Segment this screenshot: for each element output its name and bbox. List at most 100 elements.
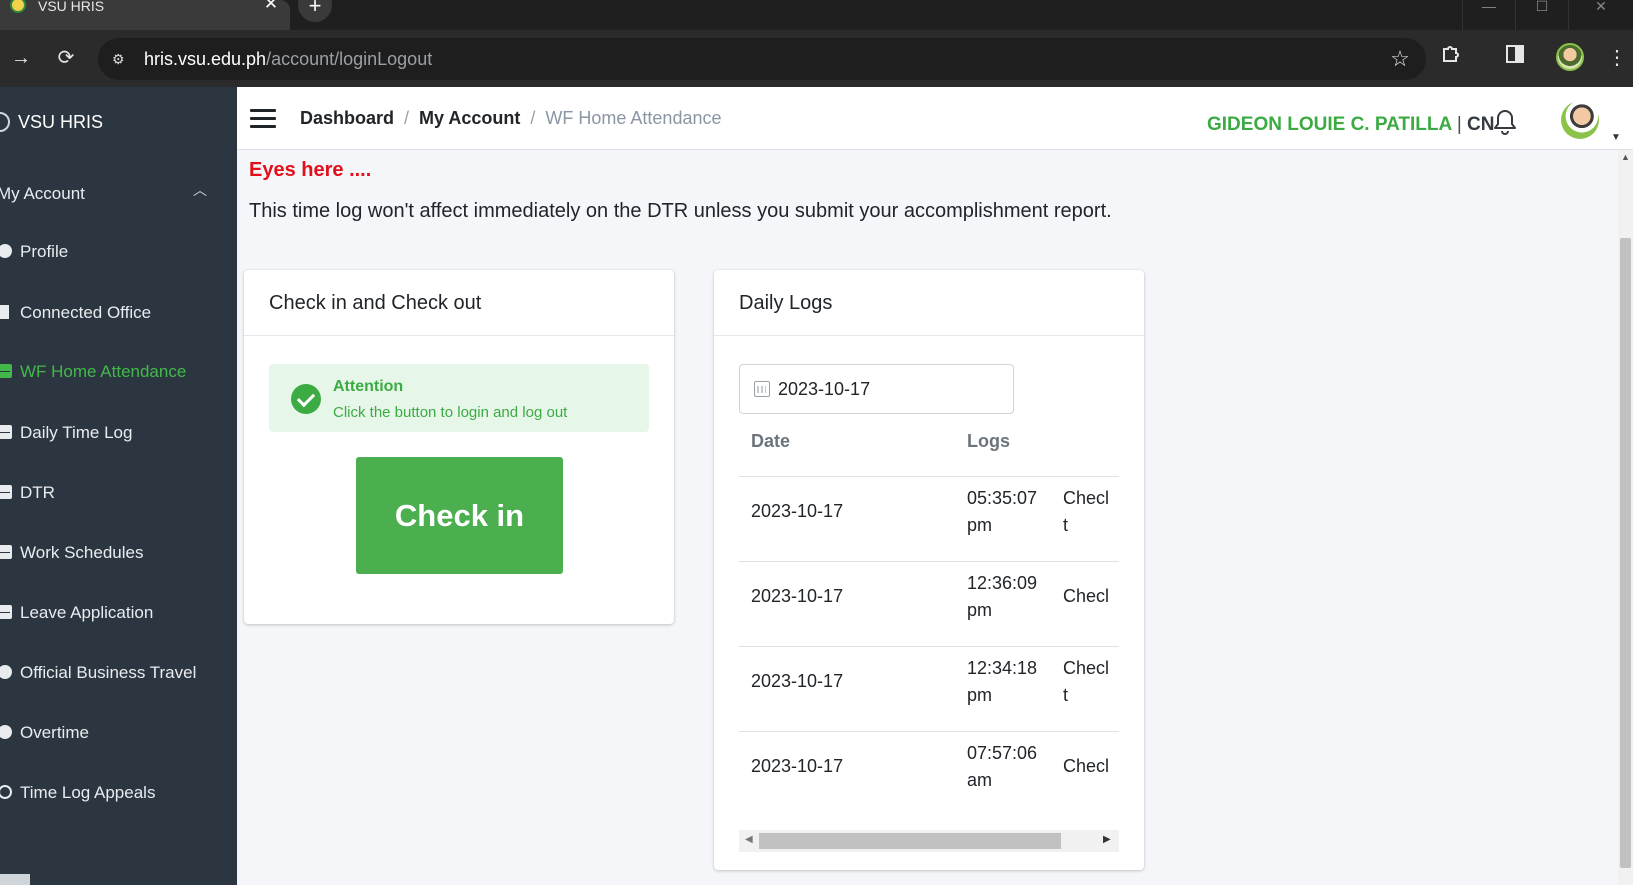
alert-title: Attention [333,378,404,395]
browser-profile-avatar[interactable] [1556,43,1584,71]
sidebar-item-daily-time-log[interactable]: Daily Time Log [0,419,237,449]
main-content: Dashboard / My Account / WF Home Attendance … [237,87,1633,885]
bookmark-star-icon[interactable]: ☆ [1386,45,1414,73]
scroll-left-icon[interactable]: ◀ [745,834,753,845]
row-ampm: pm [967,685,993,705]
sidebar-item-leave-application[interactable]: Leave Application [0,599,237,629]
row-ampm: am [967,770,993,790]
breadcrumb-current: WF Home Attendance [545,108,722,128]
sidebar-item-label: Leave Application [20,603,154,622]
sidebar-item-connected-office[interactable]: Connected Office [0,299,237,329]
alert-text: Click the button to login and log out [333,404,568,421]
vsu-logo-icon [0,112,10,132]
forward-arrow-icon[interactable]: → [6,43,36,73]
checkin-card: Check in and Check out Attention Click t… [244,270,674,624]
sidebar-item-wf-home-attendance[interactable]: WF Home Attendance [0,358,237,388]
sidebar-item-label: Daily Time Log [20,423,133,442]
user-suffix: CN [1467,114,1495,135]
url-path: /account/loginLogout [266,49,433,69]
bell-icon[interactable] [1494,109,1516,135]
notice-text: This time log won't affect immediately o… [249,200,1112,222]
browser-tab[interactable]: VSU HRIS ✕ [0,0,290,30]
attention-alert: Attention Click the button to login and … [269,364,649,432]
sidebar-item-work-schedules[interactable]: Work Schedules [0,539,237,569]
notice-title: Eyes here .... [249,159,372,181]
row-ampm: pm [967,515,993,535]
breadcrumb-my-account[interactable]: My Account [419,108,520,128]
card-header: Check in and Check out [244,270,674,336]
daily-logs-card: Daily Logs 2023-10-17 Date Logs 2023-10-… [714,270,1144,870]
row-time: 05:35:07 [967,488,1038,508]
sidebar-brand[interactable]: VSU HRIS [0,87,237,157]
clock-icon [0,725,12,739]
browser-menu-icon[interactable]: ⋮ [1602,43,1632,73]
sidebar-item-overtime[interactable]: Overtime [0,719,237,749]
row-type: Checl [1063,586,1110,606]
sidebar-item-label: Profile [20,242,69,261]
scroll-right-icon[interactable]: ▶ [1103,834,1111,845]
tab-title: VSU HRIS [38,0,105,14]
row-type: Checl [1063,756,1110,776]
table-divider [739,476,1119,477]
sidebar-item-label: Connected Office [20,303,152,322]
reload-icon[interactable]: ⟳ [51,43,81,73]
check-circle-icon [291,384,321,414]
calendar-icon [754,381,770,397]
row-time: 12:34:18 [967,658,1038,678]
sidebar-item-label: WF Home Attendance [20,362,187,381]
site-settings-icon[interactable]: ⚙ [112,49,132,69]
sidebar-section-my-account[interactable]: My Account ︿ [0,182,212,204]
page-scrollbar[interactable]: ▲ [1618,150,1633,885]
browser-titlebar: VSU HRIS ✕ + — ☐ ✕ [0,0,1633,30]
sidebar-item-label: DTR [20,483,55,502]
address-bar[interactable]: ⚙ hris.vsu.edu.ph/account/loginLogout ☆ [98,38,1426,80]
row-time: 12:36:09 [967,573,1038,593]
browser-toolbar: → ⟳ ⚙ hris.vsu.edu.ph/account/loginLogou… [0,30,1633,87]
row-time: 07:57:06 [967,743,1038,763]
sidebar-item-label: Overtime [20,723,89,742]
table-scrollbar-thumb[interactable] [759,833,1061,849]
sidebar-item-official-business-travel[interactable]: Official Business Travel [0,659,237,689]
scroll-up-icon[interactable]: ▲ [1621,152,1630,162]
chevron-up-icon: ︿ [193,182,207,198]
column-header-logs: Logs [967,431,1010,451]
brand-name: VSU HRIS [18,112,104,132]
sidebar-item-profile[interactable]: Profile [0,238,237,268]
sidebar: VSU HRIS My Account ︿ Profile Connected … [0,87,237,885]
section-label: My Account [0,184,85,203]
table-divider [739,561,1119,562]
logs-table: Date Logs 2023-10-17 05:35:07 pm Checl t… [739,418,1119,828]
card-title: Daily Logs [739,292,833,314]
date-picker-input[interactable]: 2023-10-17 [739,364,1014,414]
breadcrumb-dashboard[interactable]: Dashboard [300,108,394,128]
sidebar-item-dtr[interactable]: DTR [0,479,237,509]
hamburger-menu-icon[interactable] [250,109,276,129]
check-in-button[interactable]: Check in [356,457,563,574]
window-close-button[interactable]: ✕ [1575,0,1627,30]
new-tab-button[interactable]: + [298,0,332,22]
side-panel-icon[interactable] [1500,43,1530,73]
site-favicon-icon [10,0,26,13]
sidebar-item-label: Time Log Appeals [20,783,156,802]
extensions-puzzle-icon[interactable] [1436,43,1466,73]
window-minimize-button[interactable]: — [1463,0,1515,30]
history-icon [0,785,12,799]
row-date: 2023-10-17 [751,671,844,691]
table-divider [739,646,1119,647]
calendar-icon [0,545,12,559]
tab-close-icon[interactable]: ✕ [262,0,280,13]
window-maximize-button[interactable]: ☐ [1516,0,1568,30]
table-horizontal-scrollbar[interactable]: ◀ ▶ [739,830,1119,852]
card-title: Check in and Check out [269,292,482,314]
caret-down-icon[interactable]: ▼ [1611,132,1621,143]
user-avatar[interactable] [1561,101,1599,139]
sidebar-item-time-log-appeals[interactable]: Time Log Appeals [0,779,237,809]
page-scrollbar-thumb[interactable] [1620,238,1631,868]
breadcrumb-separator: / [404,108,410,128]
column-header-date: Date [751,431,791,451]
sidebar-item-label: Official Business Travel [20,663,197,682]
calendar-icon [0,485,12,499]
card-header: Daily Logs [714,270,1144,336]
calendar-icon [0,425,12,439]
user-name-display: GIDEON LOUIE C. PATILLA | CN [1207,114,1495,136]
